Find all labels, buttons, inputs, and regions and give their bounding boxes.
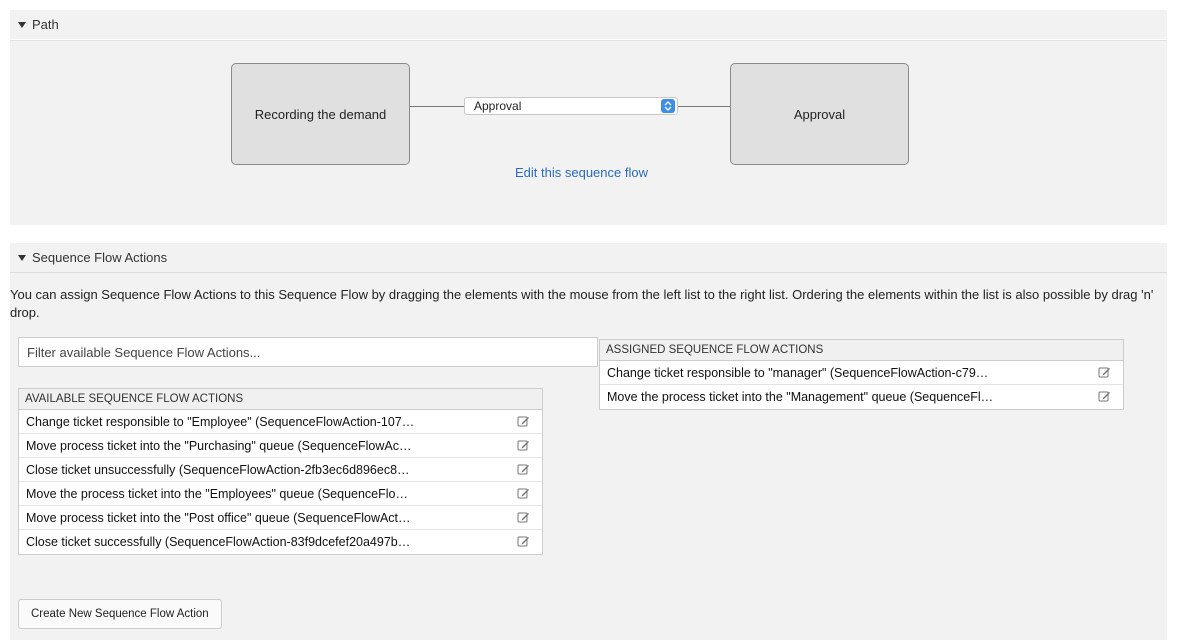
- path-panel-header[interactable]: Path: [10, 10, 1167, 40]
- path-panel: Path Recording the demand Approval Appro…: [10, 10, 1167, 225]
- list-item[interactable]: Move the process ticket into the "Employ…: [19, 482, 542, 506]
- edit-icon[interactable]: [517, 415, 530, 428]
- activity-node-right-label: Approval: [793, 106, 846, 122]
- list-item-label: Move the process ticket into the "Manage…: [607, 390, 994, 404]
- edit-icon[interactable]: [517, 463, 530, 476]
- list-item-label: Close ticket unsuccessfully (SequenceFlo…: [26, 462, 410, 477]
- assigned-actions-list[interactable]: ASSIGNED SEQUENCE FLOW ACTIONS Change ti…: [599, 339, 1124, 410]
- transition-select[interactable]: Approval: [464, 97, 678, 115]
- edit-icon[interactable]: [517, 487, 530, 500]
- list-item-label: Change ticket responsible to "manager" (…: [607, 365, 989, 380]
- list-item[interactable]: Move the process ticket into the "Manage…: [600, 385, 1123, 409]
- actions-description: You can assign Sequence Flow Actions to …: [10, 287, 1154, 320]
- create-sequence-flow-action-button[interactable]: Create New Sequence Flow Action: [18, 599, 222, 629]
- filter-actions-input[interactable]: Filter available Sequence Flow Actions..…: [18, 337, 598, 367]
- edit-icon[interactable]: [1098, 366, 1111, 379]
- actions-panel-header[interactable]: Sequence Flow Actions: [10, 243, 1167, 273]
- activity-node-right[interactable]: Approval: [730, 63, 909, 165]
- filter-placeholder: Filter available Sequence Flow Actions..…: [27, 344, 261, 360]
- list-item[interactable]: Close ticket unsuccessfully (SequenceFlo…: [19, 458, 542, 482]
- transition-select-value: Approval: [474, 99, 522, 113]
- list-item-label: Move process ticket into the "Purchasing…: [26, 438, 412, 453]
- available-list-header: AVAILABLE SEQUENCE FLOW ACTIONS: [19, 389, 542, 410]
- select-arrows-icon[interactable]: [661, 99, 675, 113]
- list-item[interactable]: Move process ticket into the "Post offic…: [19, 506, 542, 530]
- edit-icon[interactable]: [1098, 390, 1111, 403]
- list-item-label: Change ticket responsible to "Employee" …: [26, 414, 415, 429]
- connector-line-right: [678, 106, 730, 107]
- edit-icon[interactable]: [517, 535, 530, 548]
- list-item-label: Move the process ticket into the "Employ…: [26, 486, 408, 501]
- path-panel-title: Path: [32, 17, 59, 32]
- edit-icon[interactable]: [517, 511, 530, 524]
- activity-node-left-label: Recording the demand: [254, 106, 387, 122]
- connector-line-left: [410, 106, 464, 107]
- activity-node-left[interactable]: Recording the demand: [231, 63, 410, 165]
- actions-panel-title: Sequence Flow Actions: [32, 250, 168, 265]
- sequence-flow-actions-panel: Sequence Flow Actions You can assign Seq…: [10, 243, 1167, 640]
- edit-icon[interactable]: [517, 439, 530, 452]
- list-item-label: Close ticket successfully (SequenceFlowA…: [26, 535, 411, 549]
- list-item-label: Move process ticket into the "Post offic…: [26, 510, 411, 525]
- collapse-triangle-icon[interactable]: [18, 21, 26, 28]
- edit-sequence-flow-link[interactable]: Edit this sequence flow: [515, 165, 648, 180]
- collapse-triangle-icon[interactable]: [18, 254, 26, 261]
- available-actions-list[interactable]: AVAILABLE SEQUENCE FLOW ACTIONS Change t…: [18, 388, 543, 555]
- assigned-list-header: ASSIGNED SEQUENCE FLOW ACTIONS: [600, 340, 1123, 361]
- list-item[interactable]: Close ticket successfully (SequenceFlowA…: [19, 530, 542, 554]
- list-item[interactable]: Change ticket responsible to "Employee" …: [19, 410, 542, 434]
- list-item[interactable]: Move process ticket into the "Purchasing…: [19, 434, 542, 458]
- list-item[interactable]: Change ticket responsible to "manager" (…: [600, 361, 1123, 385]
